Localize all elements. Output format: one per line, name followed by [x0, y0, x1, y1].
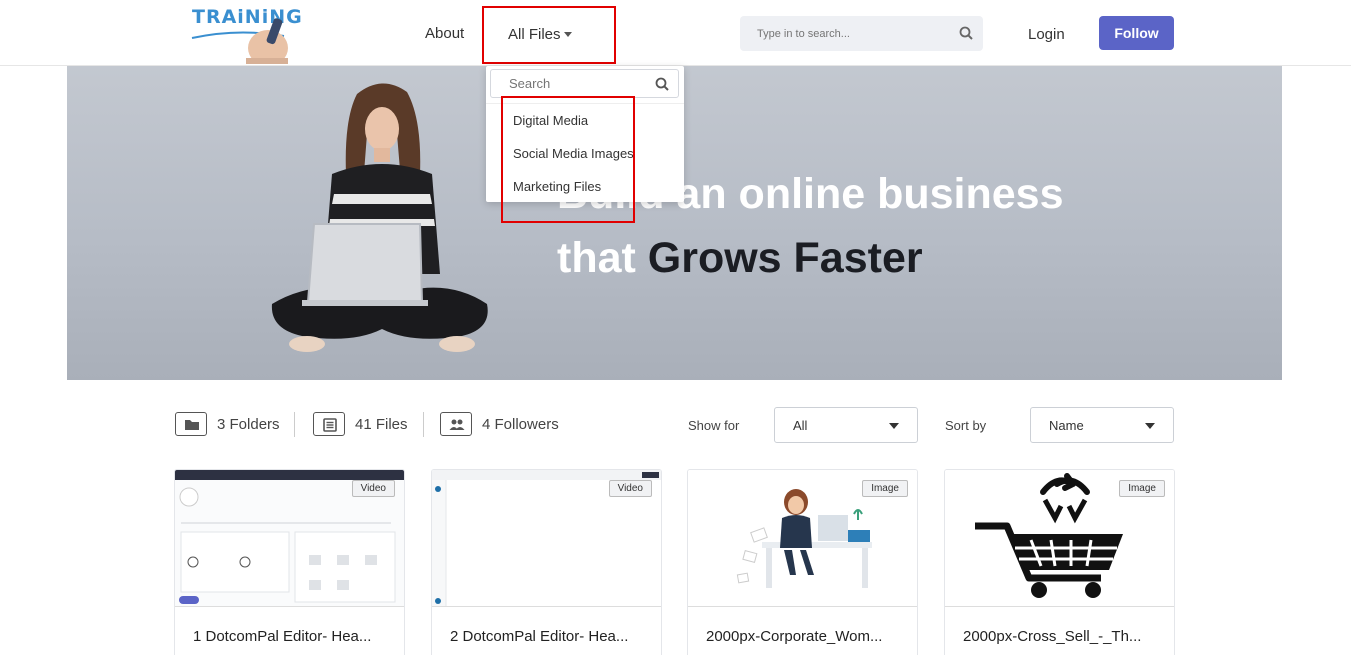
top-header: TRAiNiNG About All Files Login Follow	[0, 0, 1351, 66]
media-type-badge: Image	[862, 480, 908, 497]
file-card-title[interactable]: 1 DotcomPal Editor- Hea...	[193, 628, 371, 645]
site-logo[interactable]: TRAiNiNG	[190, 4, 302, 64]
dropdown-search-box	[490, 69, 679, 98]
show-for-value: All	[793, 418, 808, 433]
folders-count-label: 3 Folders	[217, 416, 280, 433]
card-divider	[945, 606, 1174, 607]
dropdown-items-highlight	[501, 96, 635, 223]
filter-separator	[423, 412, 424, 437]
show-for-label: Show for	[688, 418, 740, 433]
dropdown-search-input[interactable]	[491, 70, 651, 97]
media-type-badge: Video	[608, 480, 652, 497]
follow-button[interactable]: Follow	[1099, 16, 1174, 50]
show-for-select[interactable]: All	[774, 407, 918, 443]
nav-all-files-label: All Files	[508, 26, 561, 43]
sort-by-value: Name	[1049, 418, 1084, 433]
video-thumbnail: Video	[175, 470, 404, 607]
image-thumbnail: Image	[688, 470, 917, 607]
file-list-icon	[323, 418, 337, 432]
image-thumbnail: Image	[945, 470, 1174, 607]
hand-with-marker-icon	[246, 18, 288, 64]
files-count-label: 41 Files	[355, 416, 408, 433]
header-search-box	[740, 16, 983, 51]
sort-by-select[interactable]: Name	[1030, 407, 1174, 443]
search-icon[interactable]	[655, 77, 669, 91]
file-card[interactable]: Image 2000px-Corporate_Wom...	[687, 469, 918, 655]
file-card[interactable]: Image 2000px-Cross_Sell_-_Th...	[944, 469, 1175, 655]
hero-line2-highlight: Grows Faster	[647, 234, 923, 282]
folder-icon-box	[175, 412, 207, 436]
file-card-title[interactable]: 2000px-Cross_Sell_-_Th...	[963, 628, 1141, 645]
nav-all-files-highlight[interactable]: All Files	[482, 6, 616, 64]
followers-count-label: 4 Followers	[482, 416, 559, 433]
nav-about-link[interactable]: About	[425, 25, 464, 42]
media-type-badge: Image	[1119, 480, 1165, 497]
media-type-badge: Video	[351, 480, 395, 497]
video-thumbnail: Video	[432, 470, 661, 607]
filter-separator	[294, 412, 295, 437]
sort-by-label: Sort by	[945, 418, 987, 433]
login-link[interactable]: Login	[1028, 26, 1065, 43]
chevron-down-icon	[564, 32, 572, 37]
card-divider	[175, 606, 404, 607]
file-card[interactable]: Video 2 DotcomPal Editor- Hea...	[431, 469, 662, 655]
folder-icon	[185, 420, 199, 430]
header-search-input[interactable]	[740, 16, 950, 51]
search-icon[interactable]	[959, 26, 973, 40]
file-card-title[interactable]: 2 DotcomPal Editor- Hea...	[450, 628, 628, 645]
hero-headline-line2: that Grows Faster	[557, 234, 923, 283]
chevron-down-icon	[889, 423, 899, 429]
chevron-down-icon	[1145, 423, 1155, 429]
file-card-title[interactable]: 2000px-Corporate_Wom...	[706, 628, 882, 645]
file-card[interactable]: Video 1 DotcomPal Editor- Hea...	[174, 469, 405, 655]
users-icon	[449, 419, 465, 430]
users-icon-box	[440, 412, 472, 436]
card-divider	[688, 606, 917, 607]
card-divider	[432, 606, 661, 607]
file-list-icon-box	[313, 412, 345, 436]
page: TRAiNiNG About All Files Login Follow	[0, 0, 1351, 655]
hero-line2-prefix: that	[557, 234, 648, 282]
hero-woman-with-laptop-image	[271, 83, 488, 352]
